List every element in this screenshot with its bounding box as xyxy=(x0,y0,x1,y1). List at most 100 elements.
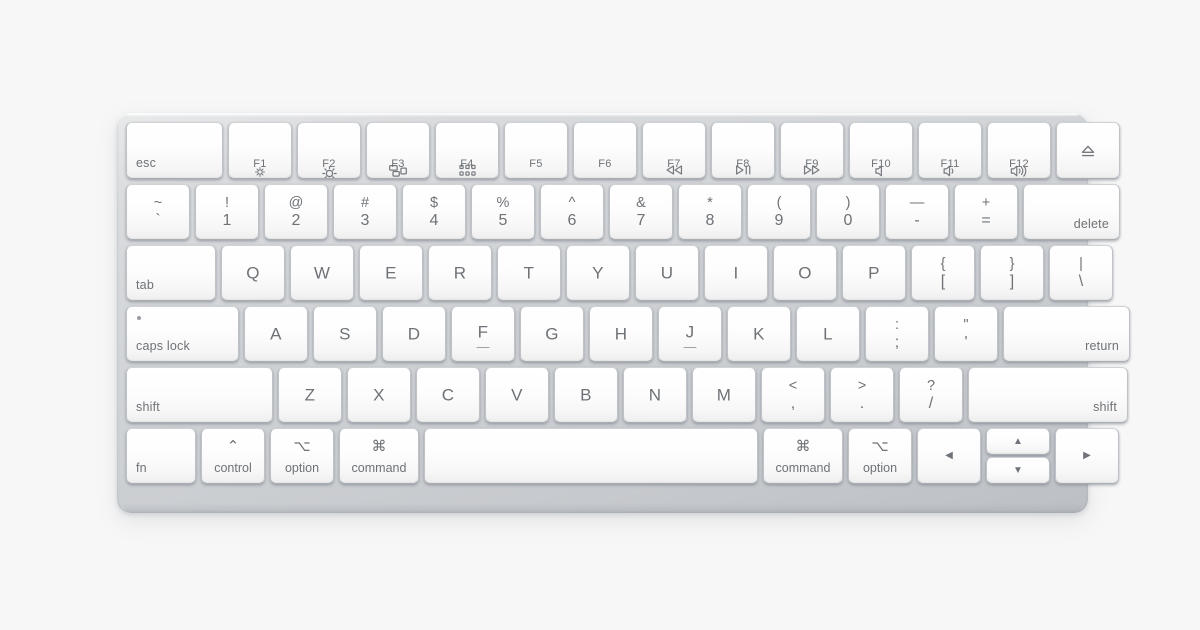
key-5[interactable]: % 5 xyxy=(471,184,535,240)
key-k[interactable]: K xyxy=(727,306,791,362)
keyboard-key-area: esc F1 F2 F3 F4 F5 F6 F7 F8 F9 F10 F11 F… xyxy=(126,122,1130,504)
key-bracket-left[interactable]: { [ xyxy=(911,245,975,301)
key-m[interactable]: M xyxy=(692,367,756,423)
key-tab[interactable]: tab xyxy=(126,245,216,301)
key-arrow-down[interactable]: ▼ xyxy=(986,457,1050,484)
key-p[interactable]: P xyxy=(842,245,906,301)
key-w[interactable]: W xyxy=(290,245,354,301)
key-4[interactable]: $ 4 xyxy=(402,184,466,240)
key-command-left[interactable]: ⌘ command xyxy=(339,428,419,484)
key-n[interactable]: N xyxy=(623,367,687,423)
key-minus[interactable]: — - xyxy=(885,184,949,240)
key-s[interactable]: S xyxy=(313,306,377,362)
key-u[interactable]: U xyxy=(635,245,699,301)
key-f5[interactable]: F5 xyxy=(504,122,568,179)
key-option-right-label: option xyxy=(862,460,898,475)
key-space[interactable] xyxy=(424,428,758,484)
key-control-left[interactable]: ⌃ control xyxy=(201,428,265,484)
key-5-shift-label: % xyxy=(496,195,510,211)
key-f1-label: F1 xyxy=(253,158,267,170)
key-v[interactable]: V xyxy=(485,367,549,423)
key-g[interactable]: G xyxy=(520,306,584,362)
key-arrow-left[interactable]: ◀ xyxy=(917,428,981,484)
key-delete-label: delete xyxy=(1073,216,1109,231)
key-semicolon[interactable]: : ; xyxy=(865,306,929,362)
key-0[interactable]: ) 0 xyxy=(816,184,880,240)
key-equal[interactable]: + = xyxy=(954,184,1018,240)
key-f6[interactable]: F6 xyxy=(573,122,637,179)
key-arrow-up[interactable]: ▲ xyxy=(986,428,1050,455)
key-f1[interactable]: F1 xyxy=(228,122,292,179)
key-quote[interactable]: " ' xyxy=(934,306,998,362)
key-return[interactable]: return xyxy=(1003,306,1130,362)
key-shift-left[interactable]: shift xyxy=(126,367,273,423)
key-6-label: 6 xyxy=(567,212,577,229)
key-f3[interactable]: F3 xyxy=(366,122,430,179)
key-f8[interactable]: F8 xyxy=(711,122,775,179)
key-command-right[interactable]: ⌘ command xyxy=(763,428,843,484)
arrow-up-down-group: ▲ ▼ xyxy=(986,428,1050,484)
homing-bump-icon xyxy=(683,346,697,348)
key-f12-label: F12 xyxy=(1009,158,1029,170)
key-t[interactable]: T xyxy=(497,245,561,301)
key-f9[interactable]: F9 xyxy=(780,122,844,179)
key-shift-right[interactable]: shift xyxy=(968,367,1128,423)
key-c-label: C xyxy=(441,385,455,405)
key-fn[interactable]: fn xyxy=(126,428,196,484)
key-slash[interactable]: ? / xyxy=(899,367,963,423)
key-c[interactable]: C xyxy=(416,367,480,423)
key-7[interactable]: & 7 xyxy=(609,184,673,240)
key-n-label: N xyxy=(648,385,662,405)
key-d[interactable]: D xyxy=(382,306,446,362)
key-d-label: D xyxy=(407,324,421,344)
key-x[interactable]: X xyxy=(347,367,411,423)
key-delete[interactable]: delete xyxy=(1023,184,1120,240)
chassis-top-highlight xyxy=(127,114,1078,117)
key-2[interactable]: @ 2 xyxy=(264,184,328,240)
key-f11-label: F11 xyxy=(940,158,960,170)
key-f11[interactable]: F11 xyxy=(918,122,982,179)
key-caps-lock[interactable]: caps lock xyxy=(126,306,239,362)
key-a[interactable]: A xyxy=(244,306,308,362)
key-l[interactable]: L xyxy=(796,306,860,362)
key-f2[interactable]: F2 xyxy=(297,122,361,179)
key-comma[interactable]: < , xyxy=(761,367,825,423)
key-3[interactable]: # 3 xyxy=(333,184,397,240)
key-option-left[interactable]: ⌥ option xyxy=(270,428,334,484)
key-1-shift-label: ! xyxy=(224,195,230,211)
key-bracket-right[interactable]: } ] xyxy=(980,245,1044,301)
key-f[interactable]: F xyxy=(451,306,515,362)
key-9[interactable]: ( 9 xyxy=(747,184,811,240)
key-y[interactable]: Y xyxy=(566,245,630,301)
key-f7[interactable]: F7 xyxy=(642,122,706,179)
key-8[interactable]: * 8 xyxy=(678,184,742,240)
key-1[interactable]: ! 1 xyxy=(195,184,259,240)
key-backslash[interactable]: | \ xyxy=(1049,245,1113,301)
key-backtick-label: ` xyxy=(155,212,161,229)
key-q[interactable]: Q xyxy=(221,245,285,301)
key-o[interactable]: O xyxy=(773,245,837,301)
key-period[interactable]: > . xyxy=(830,367,894,423)
number-key-row: ~ ` ! 1 @ 2 # 3 $ 4 % 5 ^ 6 & 7 * 8 (9 … xyxy=(126,184,1120,240)
key-e[interactable]: E xyxy=(359,245,423,301)
key-b-label: B xyxy=(580,385,592,405)
key-esc[interactable]: esc xyxy=(126,122,223,179)
key-eject[interactable] xyxy=(1056,122,1120,179)
key-z[interactable]: Z xyxy=(278,367,342,423)
key-f4[interactable]: F4 xyxy=(435,122,499,179)
key-i-label: I xyxy=(733,263,739,283)
key-f10[interactable]: F10 xyxy=(849,122,913,179)
key-h[interactable]: H xyxy=(589,306,653,362)
key-i[interactable]: I xyxy=(704,245,768,301)
key-f12[interactable]: F12 xyxy=(987,122,1051,179)
key-command-left-label: command xyxy=(351,460,407,475)
key-r[interactable]: R xyxy=(428,245,492,301)
key-option-right[interactable]: ⌥ option xyxy=(848,428,912,484)
key-b[interactable]: B xyxy=(554,367,618,423)
key-arrow-right[interactable]: ▶ xyxy=(1055,428,1119,484)
key-j[interactable]: J xyxy=(658,306,722,362)
key-6[interactable]: ^ 6 xyxy=(540,184,604,240)
key-backtick[interactable]: ~ ` xyxy=(126,184,190,240)
key-comma-label: , xyxy=(790,395,796,412)
command-cloverleaf-icon: ⌘ xyxy=(795,438,811,455)
